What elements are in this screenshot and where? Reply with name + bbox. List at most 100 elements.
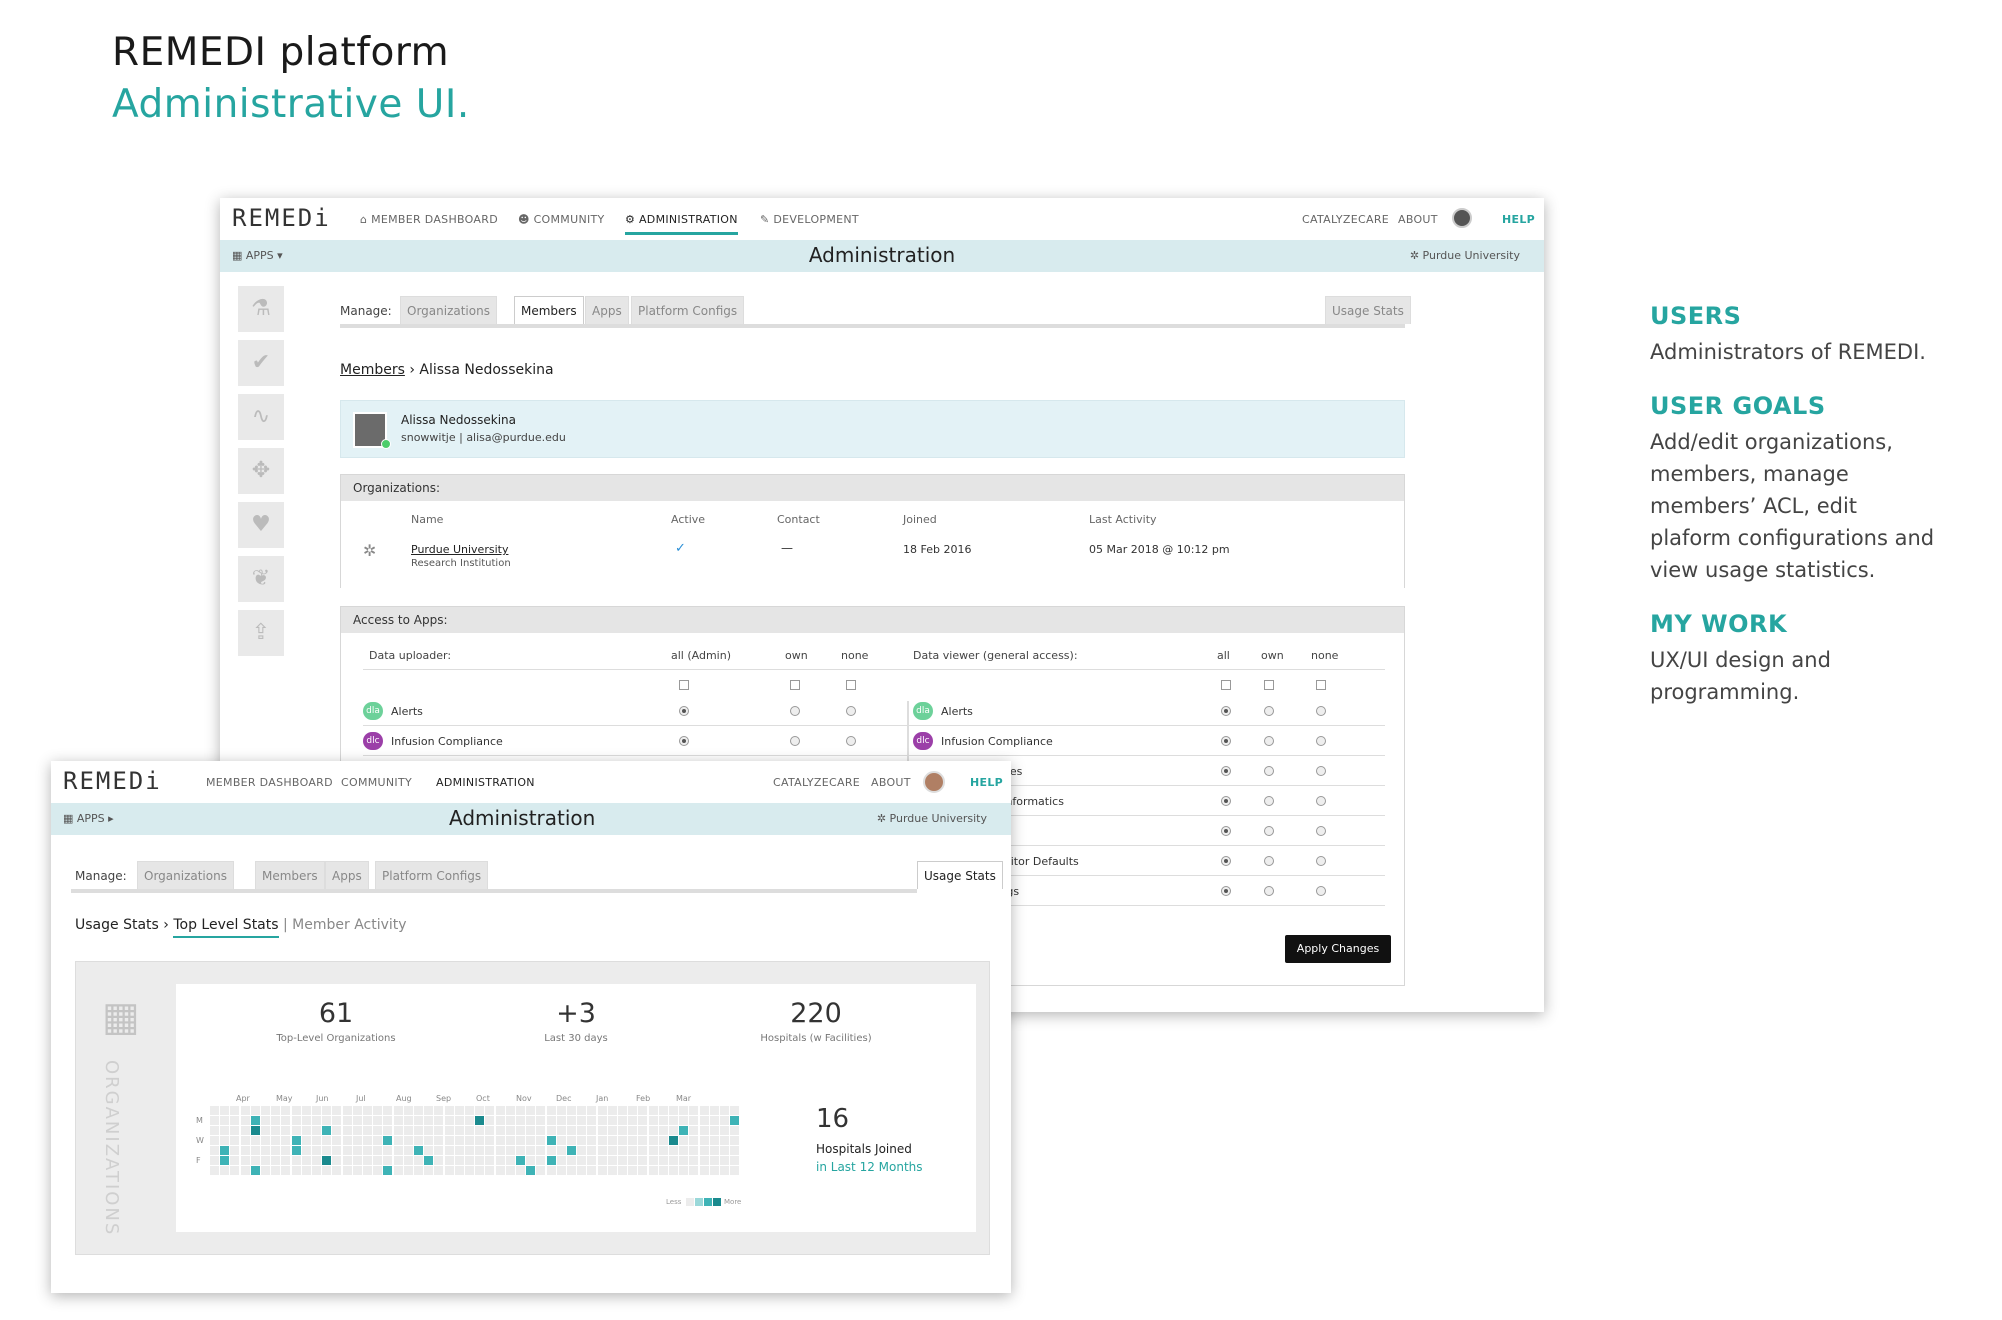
nav-about[interactable]: ABOUT	[1398, 213, 1438, 226]
org-selector[interactable]: ✲ Purdue University	[1410, 249, 1520, 262]
heatmap-cell	[495, 1146, 505, 1155]
uploader-own-radio[interactable]	[790, 706, 800, 716]
uploader-none-radio[interactable]	[846, 706, 856, 716]
heatmap-cell	[607, 1106, 617, 1115]
heatmap-cell	[618, 1166, 627, 1175]
pulse-icon[interactable]: ∿	[238, 394, 284, 440]
nav-catalyzecare[interactable]: CATALYZECARE	[1302, 213, 1389, 226]
uploader-all-radio[interactable]	[679, 736, 689, 746]
apply-changes-button[interactable]: Apply Changes	[1285, 935, 1391, 963]
avatar[interactable]	[1452, 208, 1472, 228]
building-icon: ▦	[102, 994, 140, 1040]
tab-members[interactable]: Members	[514, 296, 584, 324]
viewer-none-checkbox[interactable]	[1316, 680, 1326, 690]
month-label: Jan	[596, 1094, 609, 1103]
tab-organizations[interactable]: Organizations	[400, 296, 497, 324]
nav-community[interactable]: COMMUNITY	[341, 776, 412, 789]
heatmap-cell	[465, 1156, 474, 1165]
nav-administration[interactable]: ADMINISTRATION	[436, 776, 535, 789]
tab-apps[interactable]: Apps	[585, 296, 629, 324]
viewer-none-radio[interactable]	[1316, 706, 1326, 716]
viewer-none-radio[interactable]	[1316, 766, 1326, 776]
tab-members[interactable]: Members	[255, 861, 325, 889]
nav-development[interactable]: ✎ DEVELOPMENT	[760, 213, 859, 226]
viewer-own-checkbox[interactable]	[1264, 680, 1274, 690]
viewer-none-radio[interactable]	[1316, 886, 1326, 896]
uploader-all-radio[interactable]	[679, 706, 689, 716]
target-icon[interactable]: ✥	[238, 448, 284, 494]
viewer-all-radio[interactable]	[1221, 796, 1231, 806]
col-last-activity: Last Activity	[1089, 513, 1157, 526]
viewer-none-radio[interactable]	[1316, 856, 1326, 866]
heart-icon[interactable]: ♥	[238, 502, 284, 548]
viewer-own-radio[interactable]	[1264, 766, 1274, 776]
viewer-own-radio[interactable]	[1264, 736, 1274, 746]
heatmap-cell	[424, 1166, 434, 1175]
heatmap-cell	[526, 1106, 536, 1115]
uploader-own-checkbox[interactable]	[790, 680, 800, 690]
member-name: Alissa Nedossekina	[401, 413, 516, 427]
viewer-all-radio[interactable]	[1221, 766, 1231, 776]
nav-about[interactable]: ABOUT	[871, 776, 911, 789]
heatmap-cell	[444, 1126, 454, 1135]
viewer-all-checkbox[interactable]	[1221, 680, 1231, 690]
tab-platform-configs[interactable]: Platform Configs	[375, 861, 489, 889]
viewer-own-radio[interactable]	[1264, 706, 1274, 716]
lungs-icon[interactable]: ❦	[238, 556, 284, 602]
upload-icon[interactable]: ⇪	[238, 610, 284, 656]
nav-help[interactable]: HELP	[1502, 213, 1535, 226]
viewer-own-radio[interactable]	[1264, 826, 1274, 836]
org-selector[interactable]: ✲ Purdue University	[877, 812, 987, 825]
tab-usage-stats[interactable]: Usage Stats	[1325, 296, 1411, 324]
viewer-none-radio[interactable]	[1316, 826, 1326, 836]
heatmap-cell	[526, 1116, 536, 1125]
tab-organizations[interactable]: Organizations	[137, 861, 234, 889]
viewer-all-radio[interactable]	[1221, 736, 1231, 746]
viewer-all-radio[interactable]	[1221, 826, 1231, 836]
uploader-none-checkbox[interactable]	[846, 680, 856, 690]
org-link[interactable]: Purdue University	[411, 543, 508, 556]
nav-member-dashboard[interactable]: MEMBER DASHBOARD	[206, 776, 333, 789]
viewer-none-radio[interactable]	[1316, 736, 1326, 746]
nav-community[interactable]: ☻ COMMUNITY	[518, 213, 605, 226]
logo[interactable]: REMEDi	[63, 767, 162, 795]
breadcrumb-usage-stats[interactable]: Usage Stats	[75, 917, 159, 933]
breadcrumb-member-activity[interactable]: Member Activity	[292, 917, 406, 933]
logo[interactable]: REMEDi	[232, 204, 331, 232]
breadcrumb-top-level-stats[interactable]: Top Level Stats	[173, 917, 279, 938]
viewer-all-radio[interactable]	[1221, 706, 1231, 716]
uploader-none-radio[interactable]	[846, 736, 856, 746]
tab-apps[interactable]: Apps	[325, 861, 369, 889]
uploader-label: Data uploader:	[369, 649, 452, 662]
chevron-right-icon: ›	[163, 917, 174, 933]
viewer-none-radio[interactable]	[1316, 796, 1326, 806]
viewer-own-radio[interactable]	[1264, 856, 1274, 866]
heatmap-cell	[454, 1116, 464, 1125]
nav-member-dashboard[interactable]: ⌂ MEMBER DASHBOARD	[360, 213, 498, 226]
apps-menu[interactable]: ▦ APPS ▸	[63, 812, 114, 825]
heatmap-cell	[373, 1166, 383, 1175]
viewer-own-radio[interactable]	[1264, 886, 1274, 896]
avatar[interactable]	[923, 771, 945, 793]
uploader-own-radio[interactable]	[790, 736, 800, 746]
check-icon[interactable]: ✔	[238, 340, 284, 386]
heatmap-cell	[230, 1146, 240, 1155]
tab-platform-configs[interactable]: Platform Configs	[631, 296, 745, 324]
atom-icon: ✲	[1409, 249, 1423, 262]
heatmap-cell	[281, 1116, 291, 1125]
heatmap-cell	[403, 1106, 413, 1115]
breadcrumb-members[interactable]: Members	[340, 362, 405, 378]
viewer-all-radio[interactable]	[1221, 856, 1231, 866]
heatmap-cell	[495, 1166, 505, 1175]
uploader-all-checkbox[interactable]	[679, 680, 689, 690]
viewer-all-radio[interactable]	[1221, 886, 1231, 896]
heatmap-cell	[434, 1136, 444, 1145]
nav-administration[interactable]: ⚙ ADMINISTRATION	[625, 213, 738, 235]
tab-usage-stats[interactable]: Usage Stats	[917, 861, 1003, 889]
viewer-own-radio[interactable]	[1264, 796, 1274, 806]
heatmap-cell	[526, 1156, 536, 1165]
heatmap-cell	[495, 1156, 505, 1165]
flask-icon[interactable]: ⚗	[238, 286, 284, 332]
nav-help[interactable]: HELP	[970, 776, 1003, 789]
nav-catalyzecare[interactable]: CATALYZECARE	[773, 776, 860, 789]
